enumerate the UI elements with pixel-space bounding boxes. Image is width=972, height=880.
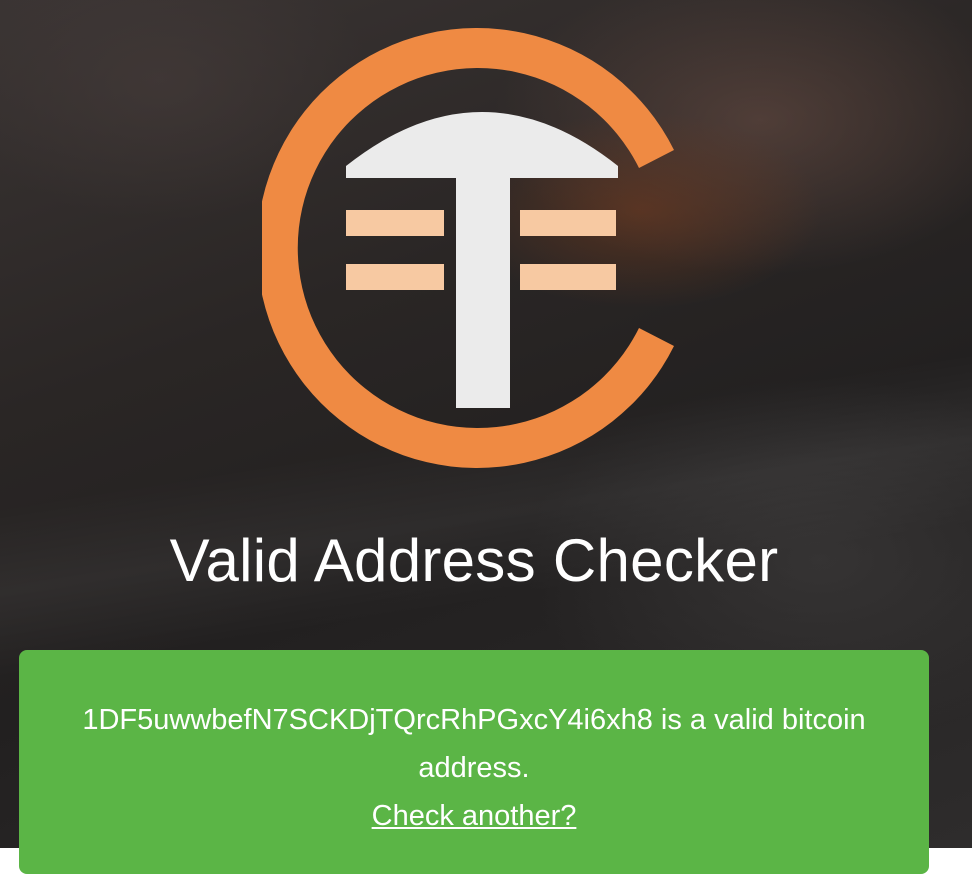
logo-bar-left-bottom [346, 264, 444, 290]
site-logo-icon [262, 28, 674, 468]
page-title: Valid Address Checker [169, 527, 779, 594]
validation-result-alert: 1DF5uwwbefN7SCKDjTQrcRhPGxcY4i6xh8 is a … [19, 650, 929, 874]
check-another-link[interactable]: Check another? [372, 800, 577, 832]
logo-t-stem [456, 128, 510, 408]
logo-bar-right-top [520, 210, 616, 236]
logo-bar-right-bottom [520, 264, 616, 290]
result-message: 1DF5uwwbefN7SCKDjTQrcRhPGxcY4i6xh8 is a … [79, 696, 869, 792]
logo-bar-left-top [346, 210, 444, 236]
result-address: 1DF5uwwbefN7SCKDjTQrcRhPGxcY4i6xh8 [82, 704, 653, 736]
